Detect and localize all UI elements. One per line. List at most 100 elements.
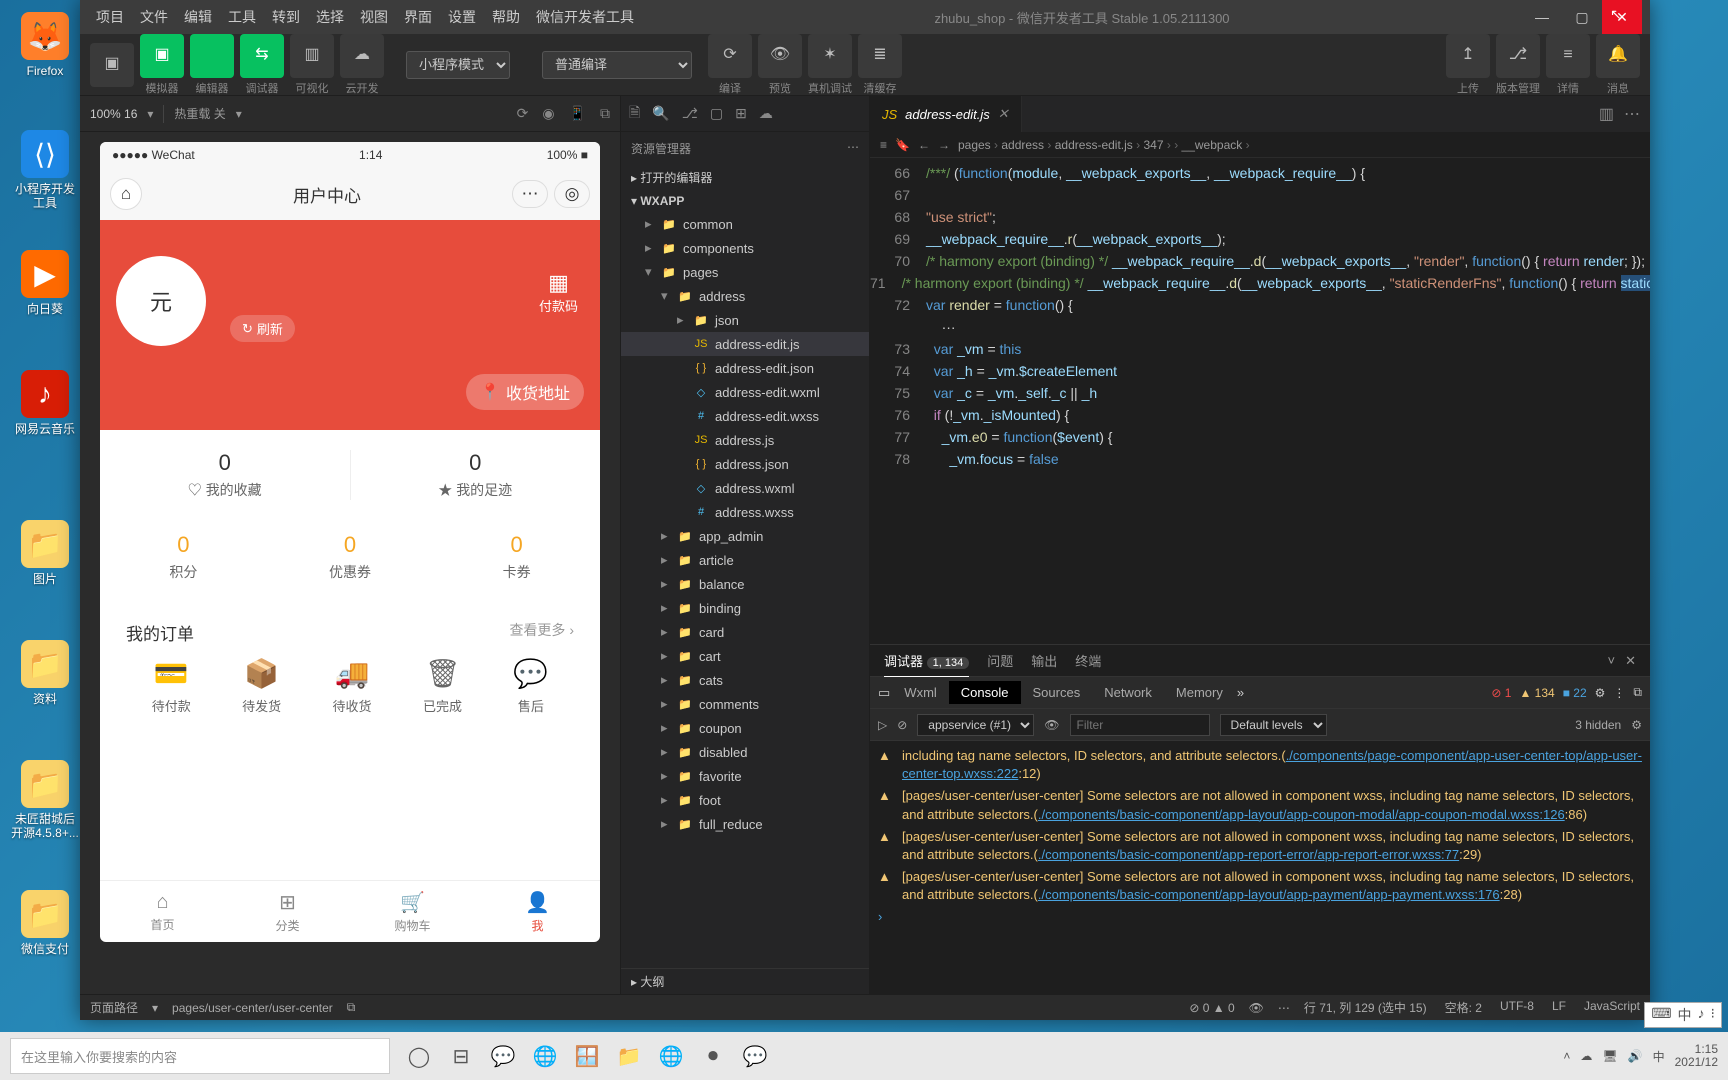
more-icon[interactable]: ⋯ [1624,104,1640,124]
debug-icon[interactable]: ▢ [710,105,723,122]
bc-icon[interactable]: ≡ [880,138,887,152]
desktop-icon[interactable]: 📁图片 [10,520,80,586]
desktop-icon[interactable]: ⟨⟩小程序开发工具 [10,130,80,211]
file-address.wxml[interactable]: ◇address.wxml [621,476,869,500]
gear-icon[interactable]: ⚙ [1595,686,1606,700]
file-balance[interactable]: ▸📁balance [621,572,869,596]
home-icon[interactable]: ⌂ [110,178,142,210]
qr-pay[interactable]: ▦付款码 [539,270,578,315]
order-已完成[interactable]: 🗑已完成 [423,657,462,715]
close-icon[interactable]: ✕ [1625,653,1636,669]
tray-icon[interactable]: 🔊 [1628,1049,1643,1063]
refresh-button[interactable]: ↻ 刷新 [230,315,295,342]
address-button[interactable]: 📍 收货地址 [466,374,584,410]
tool-云开发[interactable]: ☁ [340,34,384,78]
order-售后[interactable]: 💬售后 [513,657,548,715]
menu-帮助[interactable]: 帮助 [484,9,528,25]
sim-icon[interactable]: ⧉ [600,105,610,122]
taskbar-app[interactable]: 📁 [608,1037,650,1075]
tool-编辑器[interactable] [190,34,234,78]
file-pages[interactable]: ▾📁pages [621,260,869,284]
menu-界面[interactable]: 界面 [396,9,440,25]
levels-select[interactable]: Default levels [1220,714,1327,736]
file-address-edit.wxss[interactable]: #address-edit.wxss [621,404,869,428]
eye-icon[interactable]: 👁 [1249,1001,1264,1015]
minimize-button[interactable]: — [1522,0,1562,34]
file-favorite[interactable]: ▸📁favorite [621,764,869,788]
taskbar-app[interactable]: ⏺ [692,1037,734,1075]
tool-真机调试[interactable]: ✶ [808,34,852,78]
devtab-Console[interactable]: Console [949,681,1021,704]
tray-icon[interactable]: 🖥 [1602,1049,1617,1063]
editor-tab-active[interactable]: JS address-edit.js ✕ [870,96,1022,132]
mode-select[interactable]: 小程序模式 [406,51,510,79]
tool-版本管理[interactable]: ⎇ [1496,34,1540,78]
maximize-button[interactable]: ▢ [1562,0,1602,34]
devtab-Wxml[interactable]: Wxml [892,681,949,704]
page-path-label[interactable]: 页面路径 [90,999,138,1016]
devtab-Sources[interactable]: Sources [1021,681,1093,704]
menu-微信开发者工具[interactable]: 微信开发者工具 [528,9,642,25]
taskbar-app[interactable]: 🌐 [524,1037,566,1075]
orders-more[interactable]: 查看更多 › [509,620,574,645]
tool-预览[interactable]: 👁 [758,34,802,78]
status-errors[interactable]: ⊘ 0 ▲ 0 [1189,1001,1234,1015]
breadcrumb-item[interactable]: address-edit.js [1055,138,1133,152]
compile-select[interactable]: 普通编译 [542,51,692,79]
bookmark-icon[interactable]: 🔖 [895,138,910,152]
file-cart[interactable]: ▸📁cart [621,644,869,668]
coin-stat[interactable]: 0优惠券 [267,520,434,594]
more-icon[interactable]: ⋯ [1278,1001,1290,1015]
kebab-icon[interactable]: ⋮ [1613,686,1625,700]
menu-项目[interactable]: 项目 [88,9,132,25]
desktop-icon[interactable]: 🦊Firefox [10,12,80,78]
devtab-Memory[interactable]: Memory [1164,681,1235,704]
file-foot[interactable]: ▸📁foot [621,788,869,812]
ext-icon[interactable]: ⊞ [735,105,747,122]
desktop-icon[interactable]: ▶向日葵 [10,250,80,316]
inspect-icon[interactable]: ▭ [878,685,890,701]
file-disabled[interactable]: ▸📁disabled [621,740,869,764]
menu-工具[interactable]: 工具 [220,9,264,25]
order-待付款[interactable]: 💳待付款 [152,657,191,715]
breadcrumb-item[interactable]: __webpack [1182,138,1243,152]
file-cats[interactable]: ▸📁cats [621,668,869,692]
play-icon[interactable]: ▷ [878,718,887,732]
zoom-level[interactable]: 100% 16 [90,107,137,121]
copy-icon[interactable]: ⧉ [347,1000,356,1015]
file-address[interactable]: ▾📁address [621,284,869,308]
order-待收货[interactable]: 🚚待收货 [333,657,372,715]
forward-icon[interactable]: → [938,138,950,152]
taskbar-app[interactable]: 🪟 [566,1037,608,1075]
taskbar-search[interactable]: 在这里输入你要搜索的内容 [10,1038,390,1074]
info-count[interactable]: ■ 22 [1563,686,1587,700]
close-tab-icon[interactable]: ✕ [998,106,1009,122]
tool-上传[interactable]: ↥ [1446,34,1490,78]
menu-icon[interactable]: ⋯ [512,180,548,208]
tray-icon[interactable]: ˄ [1563,1049,1570,1063]
taskbar-app[interactable]: 💬 [734,1037,776,1075]
tray-icon[interactable]: 中 [1653,1048,1665,1065]
sim-icon[interactable]: 📱 [569,105,586,122]
footprint-stat[interactable]: 0★ 我的足迹 [351,430,601,520]
chevron-icon[interactable]: ˅ [1608,653,1616,669]
file-full_reduce[interactable]: ▸📁full_reduce [621,812,869,836]
dock-icon[interactable]: ⧉ [1633,685,1642,700]
more-icon[interactable]: ⋯ [847,140,859,157]
spaces[interactable]: 空格: 2 [1445,999,1482,1016]
eol[interactable]: LF [1552,999,1566,1016]
tool-详情[interactable]: ≡ [1546,34,1590,78]
tool-清缓存[interactable]: ≣ [858,34,902,78]
error-count[interactable]: ⊘ 1 [1491,686,1511,700]
file-common[interactable]: ▸📁common [621,212,869,236]
context-select[interactable]: appservice (#1) [917,714,1034,736]
warn-count[interactable]: ▲ 134 [1519,686,1554,700]
tab-购物车[interactable]: 🛒购物车 [350,881,475,942]
tool-消息[interactable]: 🔔 [1596,34,1640,78]
file-comments[interactable]: ▸📁comments [621,692,869,716]
menu-选择[interactable]: 选择 [308,9,352,25]
tool-可视化[interactable]: ▥ [290,34,334,78]
project-root[interactable]: ▾ WXAPP [621,190,869,212]
files-icon[interactable]: 🗎 [629,102,640,126]
coin-stat[interactable]: 0卡券 [433,520,600,594]
